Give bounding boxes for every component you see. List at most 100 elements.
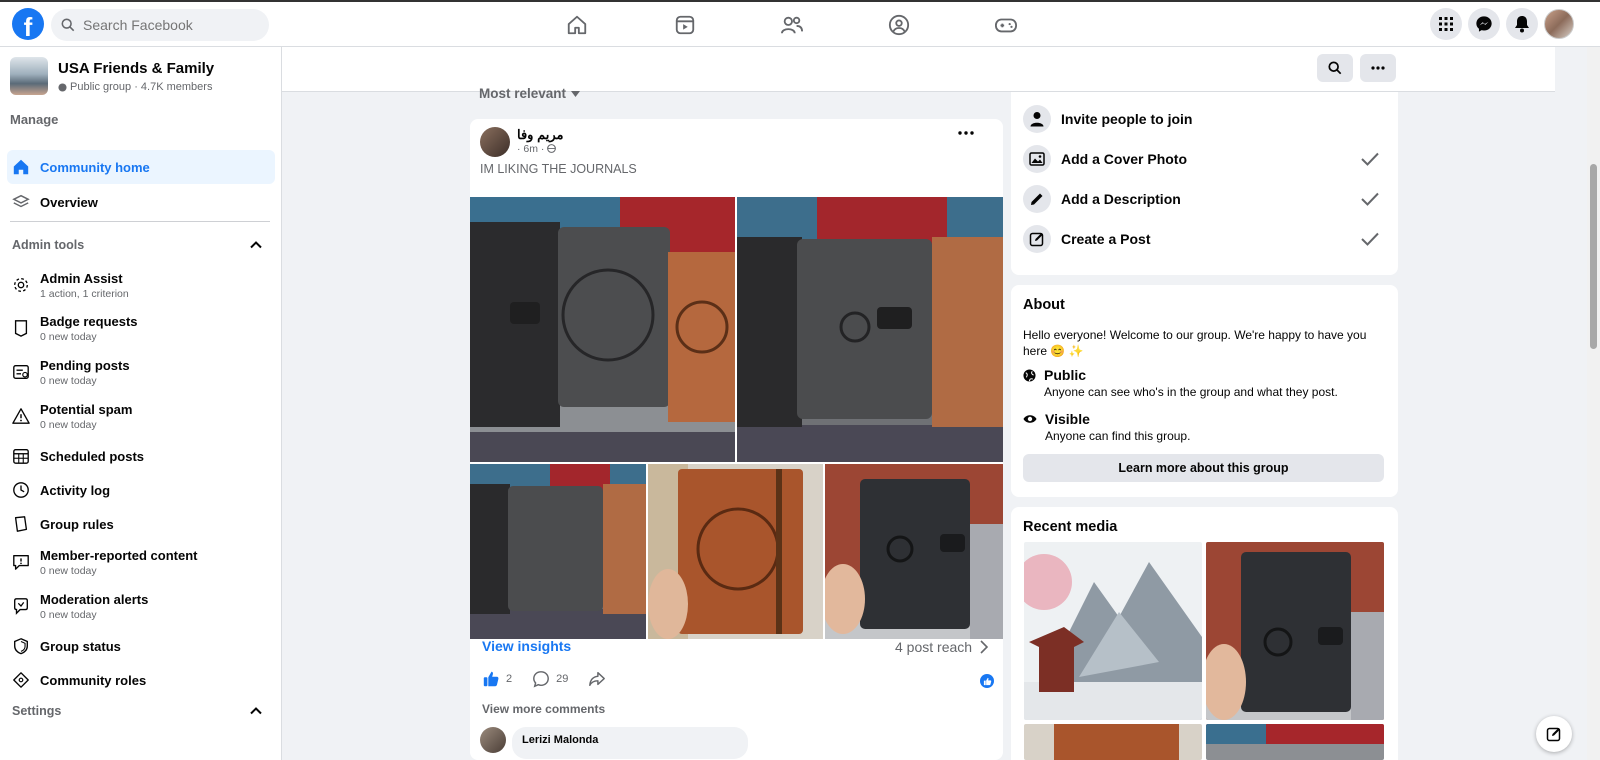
post-options-button[interactable] xyxy=(958,131,978,145)
post-author[interactable]: مريم وفا xyxy=(517,127,563,143)
rules-icon xyxy=(12,515,30,533)
post-photo-2[interactable] xyxy=(737,197,1003,462)
share-icon xyxy=(588,670,606,688)
comment-item: Lerizi Malonda xyxy=(480,727,748,759)
sidebar-item-moderation-alerts[interactable]: Moderation alerts 0 new today xyxy=(7,587,275,625)
chevron-up-icon[interactable] xyxy=(248,237,264,253)
sort-dropdown[interactable]: Most relevant xyxy=(479,86,581,101)
author-avatar[interactable] xyxy=(480,127,510,157)
about-item-title: Public xyxy=(1044,367,1087,383)
recent-media-item[interactable] xyxy=(1206,542,1384,720)
sidebar-item-label: Group status xyxy=(40,638,121,654)
view-insights-link[interactable]: View insights xyxy=(482,638,571,654)
pencil-icon xyxy=(1023,185,1051,213)
about-item-sub: Anyone can find this group. xyxy=(1045,429,1191,443)
sidebar-item-overview[interactable]: Overview xyxy=(7,185,275,219)
commenter-avatar[interactable] xyxy=(480,727,506,753)
settings-title: Settings xyxy=(12,704,62,718)
post-photo-3[interactable] xyxy=(470,464,646,639)
group-name[interactable]: USA Friends & Family xyxy=(58,60,214,77)
task-invite-people[interactable]: Invite people to join xyxy=(1023,105,1379,133)
friends-icon[interactable] xyxy=(772,10,812,40)
divider xyxy=(10,221,270,222)
sidebar-item-community-home[interactable]: Community home xyxy=(7,150,275,184)
sidebar-item-community-roles[interactable]: Community roles xyxy=(7,665,275,695)
learn-more-button[interactable]: Learn more about this group xyxy=(1023,454,1384,482)
task-label: Add a Description xyxy=(1061,191,1181,207)
page-scrollbar[interactable] xyxy=(1587,47,1600,760)
search-input[interactable] xyxy=(83,17,253,33)
person-icon xyxy=(1023,105,1051,133)
shield-icon xyxy=(12,637,30,655)
facebook-logo[interactable]: f xyxy=(12,8,44,40)
sidebar-item-scheduled-posts[interactable]: Scheduled posts xyxy=(7,441,275,471)
sidebar-item-group-rules[interactable]: Group rules xyxy=(7,509,275,539)
like-reaction-badge[interactable] xyxy=(980,674,994,688)
messenger-icon[interactable] xyxy=(1468,8,1500,40)
sidebar-item-sub: 0 new today xyxy=(40,330,97,343)
recent-media-title: Recent media xyxy=(1023,519,1118,535)
sort-label: Most relevant xyxy=(479,86,567,101)
sidebar-item-label: Badge requests xyxy=(40,313,138,329)
admin-tools-title: Admin tools xyxy=(12,238,85,252)
about-item-title: Visible xyxy=(1045,411,1090,427)
task-add-description[interactable]: Add a Description xyxy=(1023,185,1379,213)
sidebar-item-admin-assist[interactable]: Admin Assist 1 action, 1 criterion xyxy=(7,266,275,304)
post-reach[interactable]: 4 post reach xyxy=(895,639,989,655)
search-icon xyxy=(61,18,75,32)
commenter-name[interactable]: Lerizi Malonda xyxy=(522,734,598,746)
sidebar-item-potential-spam[interactable]: Potential spam 0 new today xyxy=(7,397,275,435)
group-more-button[interactable] xyxy=(1360,54,1396,82)
menu-grid-icon[interactable] xyxy=(1430,8,1462,40)
sidebar-item-badge-requests[interactable]: Badge requests 0 new today xyxy=(7,309,275,347)
new-message-button[interactable] xyxy=(1536,716,1572,752)
post-text: IM LIKING THE JOURNALS xyxy=(480,162,637,176)
sidebar-item-label: Community home xyxy=(40,159,150,175)
comment-icon xyxy=(532,670,550,688)
manage-label: Manage xyxy=(10,112,59,127)
notifications-icon[interactable] xyxy=(1506,8,1538,40)
checkmark-icon xyxy=(1361,232,1379,246)
post-photo-1[interactable] xyxy=(470,197,735,462)
task-add-cover-photo[interactable]: Add a Cover Photo xyxy=(1023,145,1379,173)
post-time[interactable]: · 6m · xyxy=(517,143,557,155)
recent-media-item[interactable] xyxy=(1024,542,1202,720)
gaming-icon[interactable] xyxy=(986,10,1026,40)
profile-avatar[interactable] xyxy=(1544,9,1574,39)
chevron-up-icon[interactable] xyxy=(248,703,264,719)
recent-media-item[interactable] xyxy=(1024,724,1202,760)
like-button[interactable]: 2 xyxy=(482,670,512,688)
like-count: 2 xyxy=(506,673,513,685)
search-box[interactable] xyxy=(51,9,269,41)
comment-button[interactable]: 29 xyxy=(532,670,568,688)
sidebar-item-label: Moderation alerts xyxy=(40,591,149,607)
sidebar-item-group-status[interactable]: Group status xyxy=(7,631,275,661)
recent-media-item[interactable] xyxy=(1206,724,1384,760)
group-search-button[interactable] xyxy=(1317,54,1353,82)
alert-icon xyxy=(12,597,30,615)
globe-icon xyxy=(1023,369,1036,399)
task-create-post[interactable]: Create a Post xyxy=(1023,225,1379,253)
share-button[interactable] xyxy=(588,670,606,688)
sidebar-item-pending-posts[interactable]: Pending posts 0 new today xyxy=(7,353,275,391)
group-thumbnail[interactable] xyxy=(10,57,48,95)
about-item-sub: Anyone can see who's in the group and wh… xyxy=(1044,385,1338,399)
sidebar-item-activity-log[interactable]: Activity log xyxy=(7,475,275,505)
sidebar-item-sub: 0 new today xyxy=(40,564,97,577)
groups-icon[interactable] xyxy=(879,10,919,40)
scrollbar-thumb[interactable] xyxy=(1590,164,1597,349)
post-photo-4[interactable] xyxy=(648,464,823,639)
sidebar-item-label: Scheduled posts xyxy=(40,448,145,464)
sidebar-item-member-reported-content[interactable]: Member-reported content 0 new today xyxy=(7,543,275,581)
video-icon[interactable] xyxy=(665,10,705,40)
group-header[interactable]: USA Friends & Family Public group · 4.7K… xyxy=(10,57,214,95)
warning-icon xyxy=(12,407,30,425)
group-meta: Public group · 4.7K members xyxy=(58,81,214,93)
gear-icon xyxy=(12,276,30,294)
home-icon[interactable] xyxy=(557,10,597,40)
post-photo-5[interactable] xyxy=(825,464,1003,639)
task-label: Invite people to join xyxy=(1061,111,1193,127)
compose-icon xyxy=(1546,726,1562,742)
view-more-comments[interactable]: View more comments xyxy=(482,702,605,716)
sidebar-item-label: Community roles xyxy=(40,672,147,688)
